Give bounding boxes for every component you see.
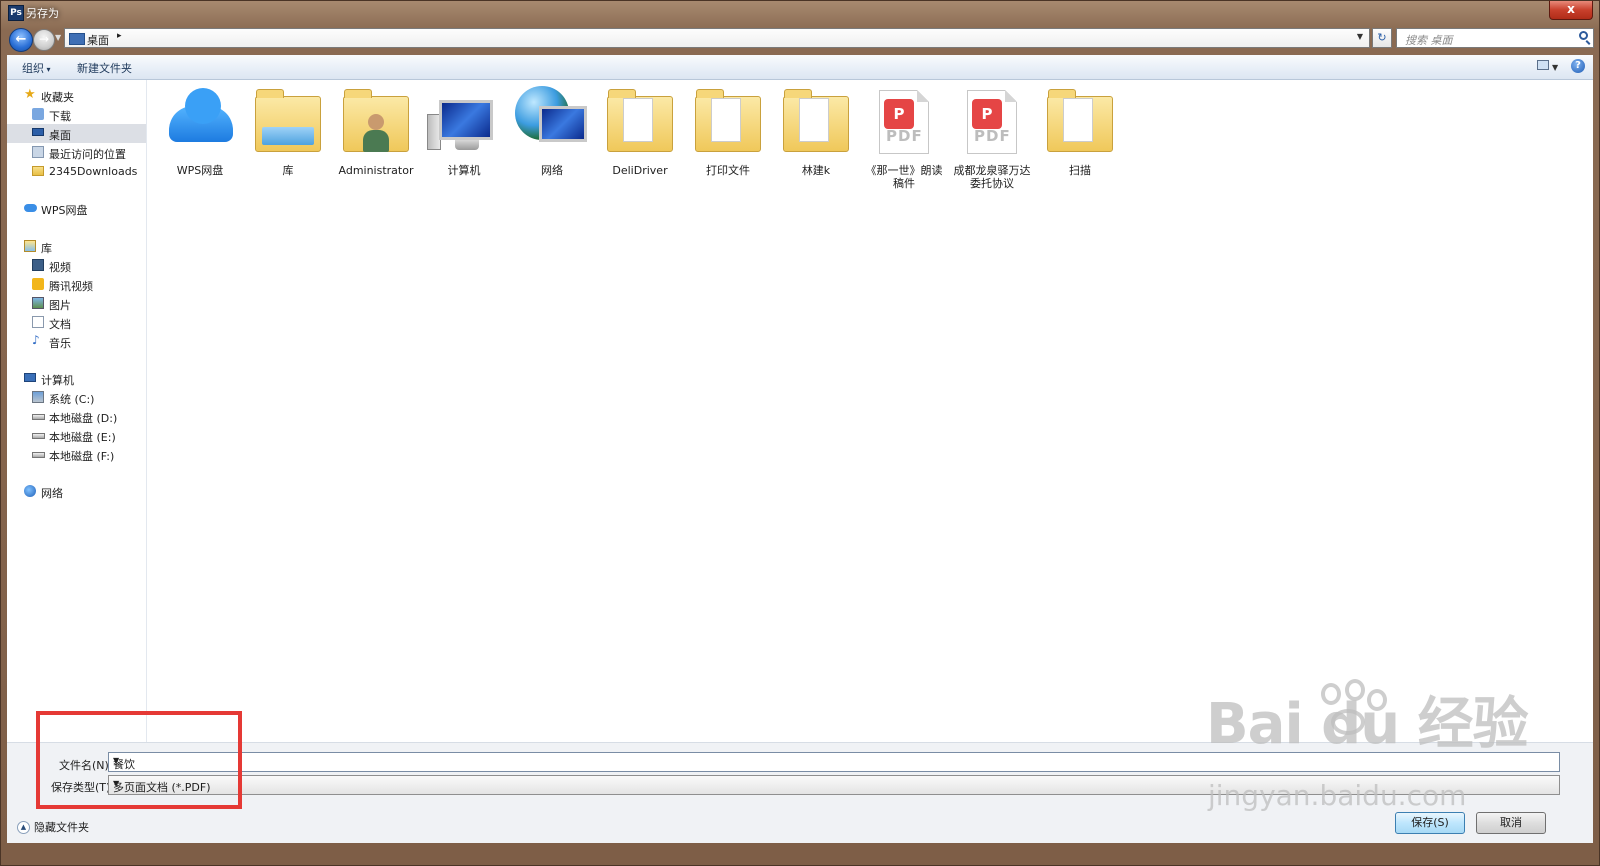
file-item-wps-cloud[interactable]: WPS网盘 (157, 84, 243, 177)
organize-menu[interactable]: 组织 (22, 60, 51, 76)
user-folder-icon (337, 84, 415, 162)
nav-item-desktop[interactable]: 桌面 (7, 124, 146, 143)
forward-button[interactable]: → (33, 29, 55, 51)
nav-item-tencent-video[interactable]: 腾讯视频 (7, 275, 146, 294)
cancel-button[interactable]: 取消 (1476, 812, 1546, 834)
nav-item-drive-e[interactable]: 本地磁盘 (E:) (7, 426, 146, 445)
music-icon: ♪ (32, 333, 40, 347)
nav-wps-cloud[interactable]: WPS网盘 (7, 199, 146, 218)
file-item-pdf-reading-draft[interactable]: P PDF 《那一世》朗读稿件 (861, 84, 947, 190)
hide-folders-toggle[interactable]: ▲ 隐藏文件夹 (17, 819, 89, 835)
wps-group: WPS网盘 (7, 199, 146, 218)
computer-icon (425, 84, 503, 162)
search-placeholder: 搜索 桌面 (1405, 34, 1453, 47)
folder-icon (689, 84, 767, 162)
nav-item-drive-f[interactable]: 本地磁盘 (F:) (7, 445, 146, 464)
save-button[interactable]: 保存(S) (1395, 812, 1465, 834)
recent-places-icon (32, 146, 44, 158)
file-item-network[interactable]: 网络 (509, 84, 595, 177)
paw-logo-icon (1301, 679, 1391, 739)
save-as-dialog: Ps 另存为 x ← → ▼ 桌面 ▸ ▼ ↻ 搜索 桌面 组织 新建文件夹 ▼… (0, 0, 1600, 866)
view-icon (1537, 60, 1549, 70)
nav-library[interactable]: 库 (7, 237, 146, 256)
window-title: 另存为 (26, 7, 59, 20)
chevron-down-icon[interactable]: ▼ (1552, 63, 1558, 72)
star-icon: ★ (24, 87, 36, 102)
cloud-icon (24, 204, 37, 212)
network-icon (24, 485, 36, 497)
folder-icon (601, 84, 679, 162)
address-current[interactable]: 桌面 (87, 32, 109, 48)
watermark-url: jingyan.baidu.com (1208, 779, 1467, 812)
new-folder-button[interactable]: 新建文件夹 (77, 60, 132, 76)
nav-item-videos[interactable]: 视频 (7, 256, 146, 275)
drive-icon (32, 433, 45, 439)
tencent-video-icon (32, 278, 44, 290)
pictures-icon (32, 297, 44, 309)
nav-item-pictures[interactable]: 图片 (7, 294, 146, 313)
nav-favorites[interactable]: ★ 收藏夹 (7, 86, 146, 105)
file-item-linjian-k[interactable]: 林建k (773, 84, 859, 177)
file-item-print-files[interactable]: 打印文件 (685, 84, 771, 177)
drive-icon (32, 414, 45, 420)
collapse-icon: ▲ (17, 820, 30, 834)
search-input[interactable]: 搜索 桌面 (1396, 28, 1594, 48)
title-bar[interactable]: Ps 另存为 x (1, 1, 1599, 25)
network-icon (513, 84, 591, 162)
pdf-icon: P PDF (953, 84, 1031, 162)
navigation-bar: ← → ▼ 桌面 ▸ ▼ ↻ 搜索 桌面 (1, 25, 1599, 53)
breadcrumb-chevron-icon[interactable]: ▸ (117, 31, 122, 41)
documents-icon (32, 316, 44, 328)
downloads-icon (32, 108, 44, 120)
pdf-icon: P PDF (865, 84, 943, 162)
nav-network[interactable]: 网络 (7, 482, 146, 501)
system-drive-icon (32, 391, 44, 403)
file-item-administrator[interactable]: Administrator (333, 84, 419, 177)
folder-icon (1041, 84, 1119, 162)
folder-icon (32, 166, 44, 176)
photoshop-app-icon: Ps (8, 5, 24, 21)
history-dropdown-icon[interactable]: ▼ (55, 33, 61, 42)
help-icon[interactable]: ? (1571, 59, 1585, 73)
file-item-delidriver[interactable]: DeliDriver (597, 84, 683, 177)
nav-computer[interactable]: 计算机 (7, 369, 146, 388)
library-group: 库 视频 腾讯视频 图片 文档 ♪ 音乐 (7, 237, 146, 351)
drive-icon (32, 452, 45, 458)
baidu-watermark: Bai du 经验 jingyan.baidu.com (1206, 679, 1529, 812)
nav-item-downloads[interactable]: 下载 (7, 105, 146, 124)
command-toolbar: 组织 新建文件夹 ▼ ? (7, 55, 1593, 80)
file-item-scan[interactable]: 扫描 (1037, 84, 1123, 177)
file-item-pdf-agreement[interactable]: P PDF 成都龙泉驿万达委托协议 (949, 84, 1035, 190)
desktop-icon (32, 128, 44, 136)
navigation-pane[interactable]: ★ 收藏夹 下载 桌面 最近访问的位置 2345Downloads WPS网盘 库… (7, 80, 147, 742)
back-button[interactable]: ← (9, 28, 33, 52)
highlight-box (36, 711, 242, 809)
nav-item-recent-places[interactable]: 最近访问的位置 (7, 143, 146, 162)
video-icon (32, 259, 44, 271)
cloud-icon (161, 84, 239, 162)
library-icon (249, 84, 327, 162)
refresh-button[interactable]: ↻ (1372, 28, 1392, 48)
folder-icon (777, 84, 855, 162)
computer-group: 计算机 系统 (C:) 本地磁盘 (D:) 本地磁盘 (E:) 本地磁盘 (F:… (7, 369, 146, 464)
nav-item-drive-c[interactable]: 系统 (C:) (7, 388, 146, 407)
nav-item-2345downloads[interactable]: 2345Downloads (7, 162, 146, 181)
nav-item-drive-d[interactable]: 本地磁盘 (D:) (7, 407, 146, 426)
file-list[interactable]: WPS网盘 库 Administrator 计算机 网络 DeliDriver (147, 80, 1593, 742)
close-button[interactable]: x (1549, 1, 1593, 20)
file-item-library[interactable]: 库 (245, 84, 331, 177)
desktop-icon (69, 33, 85, 45)
library-icon (24, 240, 36, 252)
content-area: ★ 收藏夹 下载 桌面 最近访问的位置 2345Downloads WPS网盘 库… (7, 80, 1593, 742)
favorites-group: ★ 收藏夹 下载 桌面 最近访问的位置 2345Downloads (7, 86, 146, 181)
address-bar[interactable]: 桌面 ▸ ▼ (64, 28, 1370, 48)
nav-item-documents[interactable]: 文档 (7, 313, 146, 332)
nav-item-music[interactable]: ♪ 音乐 (7, 332, 146, 351)
computer-icon (24, 373, 36, 382)
network-group: 网络 (7, 482, 146, 501)
view-options-button[interactable]: ▼ (1537, 60, 1559, 72)
search-icon[interactable] (1579, 31, 1588, 40)
address-dropdown-icon[interactable]: ▼ (1357, 32, 1363, 41)
file-item-computer[interactable]: 计算机 (421, 84, 507, 177)
